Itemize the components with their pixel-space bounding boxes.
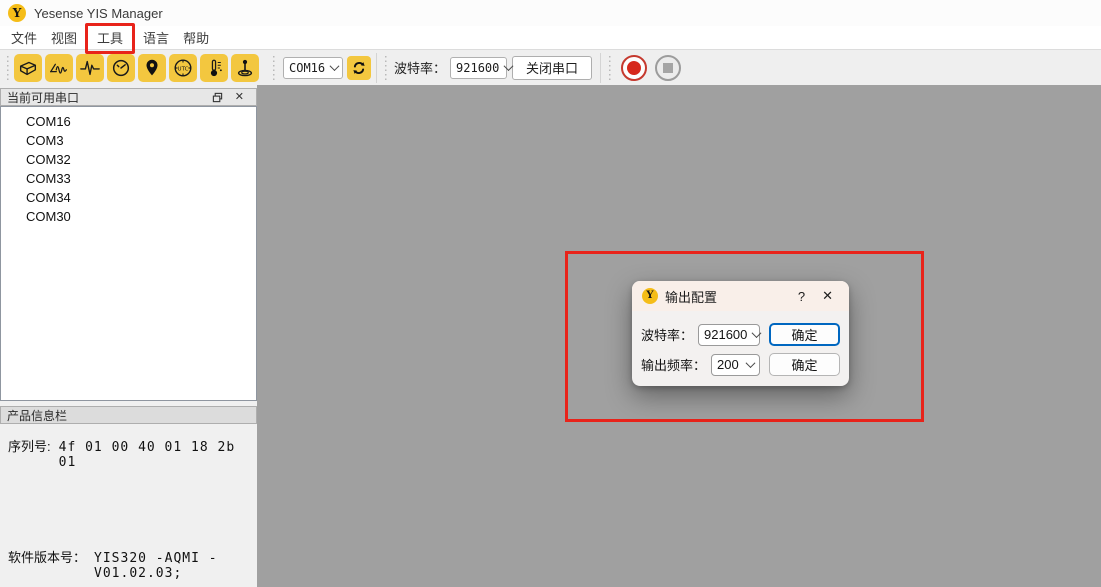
dialog-body: 波特率： 921600 确定 输出频率： 200 确定 <box>632 311 849 376</box>
output-config-dialog: Y 输出配置 ? ✕ 波特率： 921600 确定 输出 <box>632 281 849 386</box>
toolbar-grip-handle[interactable] <box>6 56 10 80</box>
port-list-item[interactable]: COM30 <box>1 207 256 226</box>
gauge-icon <box>110 57 132 79</box>
toolbar-grip-handle[interactable] <box>272 56 276 80</box>
software-version-row: 软件版本号： YIS320 -AQMI -V01.02.03; <box>8 547 249 581</box>
location-pin-icon <box>141 57 163 79</box>
freq-confirm-button[interactable]: 确定 <box>769 353 840 376</box>
toolbar-separator <box>600 53 601 83</box>
close-icon: ✕ <box>235 92 244 103</box>
dialog-baud-select[interactable]: 921600 <box>698 324 760 346</box>
stop-button[interactable] <box>655 55 681 81</box>
dialog-close-button[interactable]: ✕ <box>818 286 837 306</box>
cube-3d-button[interactable] <box>14 54 42 82</box>
dialog-title: 输出配置 <box>665 287 717 306</box>
toolbar-separator <box>376 53 377 83</box>
dialog-freq-select[interactable]: 200 <box>711 354 760 376</box>
cube-3d-icon <box>17 57 39 79</box>
svg-text:UTC: UTC <box>178 66 189 72</box>
content-area: 当前可用串口 ✕ COM16 COM3 COM32 COM33 COM34 CO… <box>0 85 1101 587</box>
dialog-help-button[interactable]: ? <box>792 287 811 306</box>
port-list-item[interactable]: COM32 <box>1 150 256 169</box>
location-pin-button[interactable] <box>138 54 166 82</box>
menu-item-help[interactable]: 帮助 <box>176 26 216 49</box>
serial-number-value: 4f 01 00 40 01 18 2b 01 <box>59 440 249 470</box>
menu-item-file[interactable]: 文件 <box>4 26 44 49</box>
yesense-logo-icon: Y <box>642 288 658 304</box>
logo-glyph: Y <box>13 7 22 19</box>
menu-item-tools-label: 工具 <box>97 31 123 46</box>
menu-item-view[interactable]: 视图 <box>44 26 84 49</box>
thermometer-icon <box>203 57 225 79</box>
record-icon <box>627 61 641 75</box>
port-list-item[interactable]: COM3 <box>1 131 256 150</box>
close-panel-button[interactable]: ✕ <box>229 92 250 103</box>
ports-panel-header: 当前可用串口 ✕ <box>0 88 257 106</box>
joystick-icon <box>234 57 256 79</box>
joystick-button[interactable] <box>231 54 259 82</box>
chevron-down-icon <box>746 358 756 368</box>
com-port-select[interactable]: COM16 <box>283 57 343 79</box>
baud-rate-label: 波特率： <box>394 58 446 77</box>
product-info-header: 产品信息栏 <box>0 406 257 424</box>
ports-panel-title: 当前可用串口 <box>7 89 79 106</box>
stop-icon <box>663 63 673 73</box>
gauge-button[interactable] <box>107 54 135 82</box>
utc-clock-icon: UTC <box>172 57 194 79</box>
window-title: Yesense YIS Manager <box>34 6 163 21</box>
toolbar-grip-handle[interactable] <box>608 56 612 80</box>
angle-wave-button[interactable] <box>45 54 73 82</box>
port-list-item[interactable]: COM34 <box>1 188 256 207</box>
pulse-wave-icon <box>79 57 101 79</box>
dialog-freq-value: 200 <box>717 357 739 372</box>
baud-confirm-button[interactable]: 确定 <box>769 323 840 346</box>
baud-rate-value: 921600 <box>456 61 499 75</box>
dialog-title-bar: Y 输出配置 ? ✕ <box>632 281 849 311</box>
chevron-down-icon <box>752 328 762 338</box>
sidebar: 当前可用串口 ✕ COM16 COM3 COM32 COM33 COM34 CO… <box>0 85 257 587</box>
app-window: Y Yesense YIS Manager 文件 视图 工具 语言 帮助 <box>0 0 1101 587</box>
workspace: Y 输出配置 ? ✕ 波特率： 921600 确定 输出 <box>257 85 1101 587</box>
dialog-freq-label: 输出频率： <box>641 355 706 374</box>
dialog-baud-value: 921600 <box>704 327 747 342</box>
baud-rate-select[interactable]: 921600 <box>450 57 507 79</box>
output-rate-row: 输出频率： 200 确定 <box>641 353 840 376</box>
float-panel-button[interactable] <box>206 92 229 103</box>
float-panel-icon <box>212 92 223 103</box>
thermometer-button[interactable] <box>200 54 228 82</box>
close-serial-button[interactable]: 关闭串口 <box>512 56 592 80</box>
product-info-body: 序列号: 4f 01 00 40 01 18 2b 01 软件版本号： YIS3… <box>0 424 257 587</box>
port-list-item[interactable]: COM16 <box>1 112 256 131</box>
pulse-wave-button[interactable] <box>76 54 104 82</box>
port-list: COM16 COM3 COM32 COM33 COM34 COM30 <box>0 106 257 401</box>
toolbar-grip-handle[interactable] <box>384 56 388 80</box>
software-version-label: 软件版本号： <box>8 547 86 566</box>
toolbar: UTC COM16 <box>0 50 1101 85</box>
record-button[interactable] <box>621 55 647 81</box>
title-bar: Y Yesense YIS Manager <box>0 0 1101 26</box>
product-info-title: 产品信息栏 <box>7 407 67 424</box>
utc-clock-button[interactable]: UTC <box>169 54 197 82</box>
logo-glyph: Y <box>646 291 653 301</box>
yesense-logo-icon: Y <box>8 4 26 22</box>
serial-number-label: 序列号: <box>8 436 51 455</box>
refresh-ports-button[interactable] <box>347 56 371 80</box>
dialog-baud-label: 波特率： <box>641 325 693 344</box>
serial-number-row: 序列号: 4f 01 00 40 01 18 2b 01 <box>8 436 249 470</box>
chevron-down-icon <box>330 61 340 71</box>
software-version-value: YIS320 -AQMI -V01.02.03; <box>94 551 249 581</box>
refresh-ports-icon <box>350 59 368 77</box>
port-list-item[interactable]: COM33 <box>1 169 256 188</box>
menu-item-language[interactable]: 语言 <box>136 26 176 49</box>
com-port-value: COM16 <box>289 61 325 75</box>
menu-bar: 文件 视图 工具 语言 帮助 <box>0 26 1101 50</box>
baud-rate-row: 波特率： 921600 确定 <box>641 323 840 346</box>
menu-item-tools[interactable]: 工具 <box>90 26 130 49</box>
angle-wave-icon <box>48 57 70 79</box>
